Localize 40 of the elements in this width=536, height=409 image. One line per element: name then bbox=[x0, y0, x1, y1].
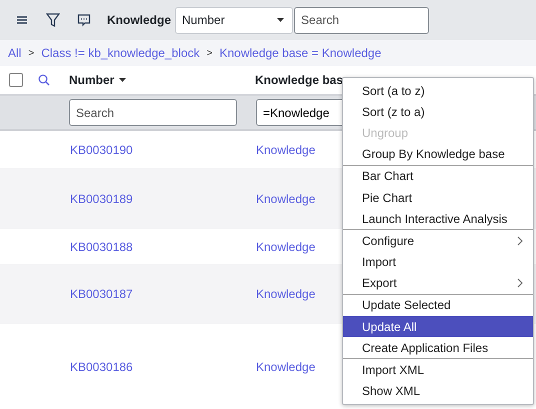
breadcrumb-separator: > bbox=[206, 48, 212, 58]
menu-item[interactable]: Configure bbox=[343, 230, 533, 252]
menu-item[interactable]: Pie Chart bbox=[343, 186, 533, 208]
menu-item[interactable]: Show XML bbox=[343, 380, 533, 402]
sort-caret-icon bbox=[119, 78, 126, 82]
menu-item[interactable]: Import XML bbox=[343, 359, 533, 381]
knowledge-base-link[interactable]: Knowledge bbox=[256, 287, 316, 301]
column-header[interactable]: Number bbox=[69, 73, 255, 87]
search-icon[interactable] bbox=[38, 74, 50, 86]
menu-item[interactable]: Sort (a to z) bbox=[343, 80, 533, 102]
record-number-link[interactable]: KB0030188 bbox=[70, 240, 256, 254]
knowledge-base-link[interactable]: Knowledge bbox=[256, 192, 316, 206]
knowledge-base-link[interactable]: Knowledge bbox=[256, 240, 316, 254]
caret-icon bbox=[277, 18, 284, 22]
breadcrumb-link[interactable]: Knowledge base = Knowledge bbox=[219, 46, 382, 60]
record-number-link[interactable]: KB0030186 bbox=[70, 360, 256, 374]
menu-item[interactable]: Export bbox=[343, 272, 533, 295]
knowledge-base-link[interactable]: Knowledge bbox=[256, 360, 316, 374]
select-all-checkbox[interactable] bbox=[9, 73, 23, 87]
search-field[interactable]: Search bbox=[294, 6, 430, 34]
menu-item[interactable]: Create Application Files bbox=[343, 337, 533, 360]
list-title: Knowledge bbox=[107, 13, 172, 27]
menu-item[interactable]: Bar Chart bbox=[343, 166, 533, 187]
chevron-right-icon bbox=[517, 236, 523, 246]
menu-item[interactable]: Update Selected bbox=[343, 294, 533, 316]
breadcrumb-link[interactable]: Class != kb_knowledge_block bbox=[41, 46, 200, 60]
breadcrumb-link[interactable]: All bbox=[8, 46, 22, 60]
record-number-link[interactable]: KB0030190 bbox=[70, 142, 256, 156]
field-select[interactable]: Number bbox=[175, 6, 294, 34]
menu-item[interactable]: Update All bbox=[343, 316, 533, 338]
knowledge-base-link[interactable]: Knowledge bbox=[256, 142, 316, 156]
record-number-link[interactable]: KB0030189 bbox=[70, 192, 256, 206]
breadcrumb-separator: > bbox=[28, 48, 34, 58]
record-number-link[interactable]: KB0030187 bbox=[70, 287, 256, 301]
column-header[interactable]: Knowledge bas bbox=[255, 73, 344, 87]
chevron-right-icon bbox=[517, 278, 523, 288]
menu-item[interactable]: Import bbox=[343, 252, 533, 273]
menu-item[interactable]: Launch Interactive Analysis bbox=[343, 208, 533, 230]
column-filter-field[interactable]: Search bbox=[69, 99, 237, 126]
menu-item[interactable]: Group By Knowledge base bbox=[343, 144, 533, 166]
